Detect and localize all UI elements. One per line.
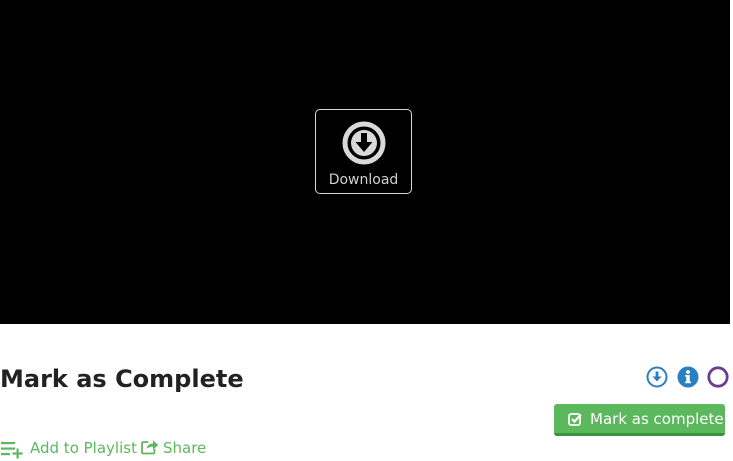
page-title: Mark as Complete	[0, 365, 244, 393]
add-to-playlist-label: Add to Playlist	[30, 439, 137, 457]
share-label: Share	[163, 439, 207, 457]
mark-as-complete-label: Mark as complete	[590, 410, 724, 428]
playlist-add-icon	[1, 442, 23, 459]
download-arrow-icon	[342, 121, 386, 165]
download-video-button[interactable]: Download	[315, 109, 412, 194]
download-label: Download	[328, 172, 399, 188]
video-player[interactable]: Download	[0, 0, 730, 324]
download-circle-icon[interactable]	[646, 366, 668, 388]
incomplete-circle-icon[interactable]	[707, 366, 729, 388]
lesson-page: Download Mark as Complete Mark as comple…	[0, 0, 733, 461]
add-to-playlist-link[interactable]: Add to Playlist	[0, 437, 137, 459]
share-link[interactable]: Share	[141, 437, 207, 459]
share-icon	[141, 440, 159, 455]
info-icon[interactable]	[677, 366, 699, 388]
mark-as-complete-button[interactable]: Mark as complete	[554, 404, 725, 436]
check-square-icon	[568, 413, 582, 426]
